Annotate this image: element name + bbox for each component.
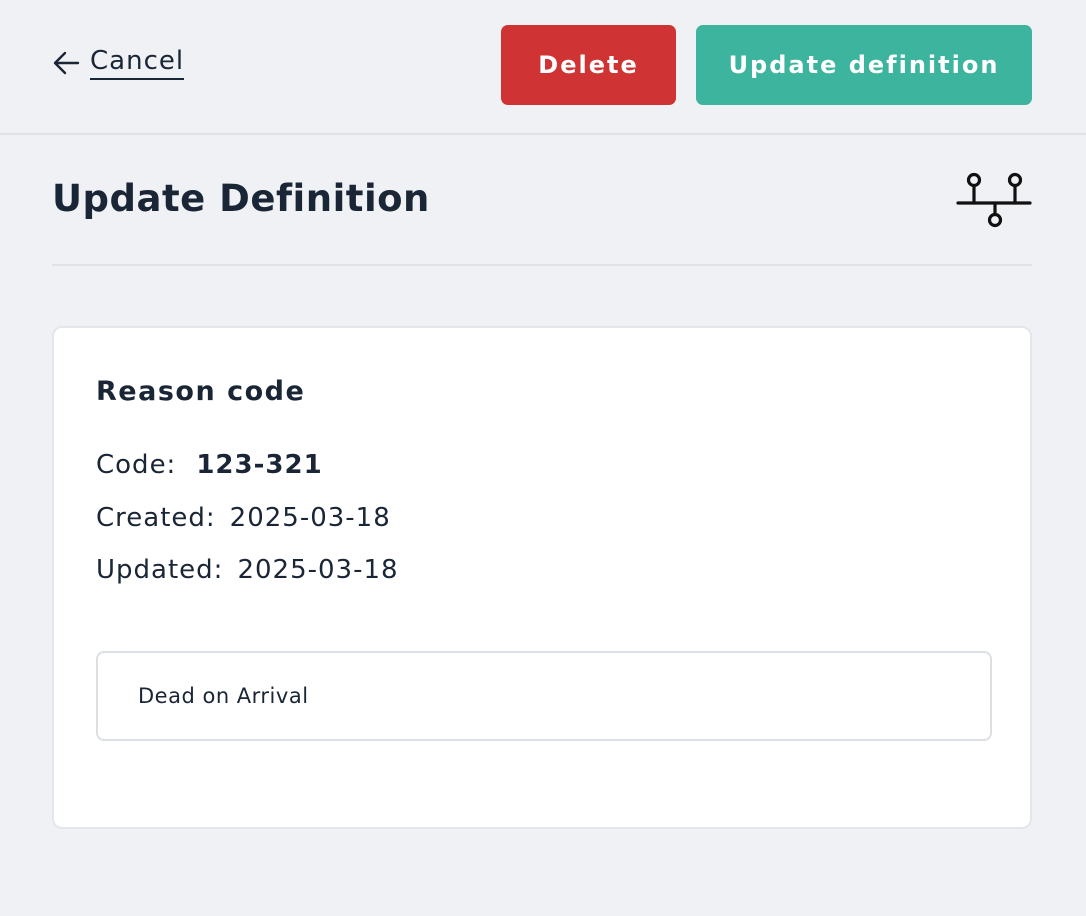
structure-icon — [956, 171, 1032, 235]
update-definition-button[interactable]: Update definition — [696, 25, 1032, 105]
cancel-link[interactable]: Cancel — [52, 46, 185, 80]
created-value: 2025-03-18 — [229, 503, 391, 533]
cancel-label: Cancel — [90, 46, 185, 80]
delete-button[interactable]: Delete — [501, 25, 676, 105]
updated-row: Updated: 2025-03-18 — [96, 555, 399, 585]
updated-value: 2025-03-18 — [237, 555, 399, 585]
top-toolbar: Cancel Delete Update definition — [0, 0, 1086, 135]
code-value: 123-321 — [196, 450, 323, 480]
page-title: Update Definition — [52, 177, 430, 220]
page-header: Update Definition — [52, 137, 1032, 266]
created-label: Created: — [96, 503, 216, 533]
arrow-left-icon — [52, 49, 80, 77]
description-field[interactable]: Dead on Arrival — [96, 651, 992, 741]
description-text: Dead on Arrival — [138, 684, 309, 708]
updated-label: Updated: — [96, 555, 224, 585]
card-title: Reason code — [96, 376, 306, 407]
code-label: Code: — [96, 450, 177, 480]
code-row: Code: 123-321 — [96, 450, 323, 480]
created-row: Created: 2025-03-18 — [96, 503, 391, 533]
reason-code-card: Reason code Code: 123-321 Created: 2025-03… — [52, 326, 1032, 829]
